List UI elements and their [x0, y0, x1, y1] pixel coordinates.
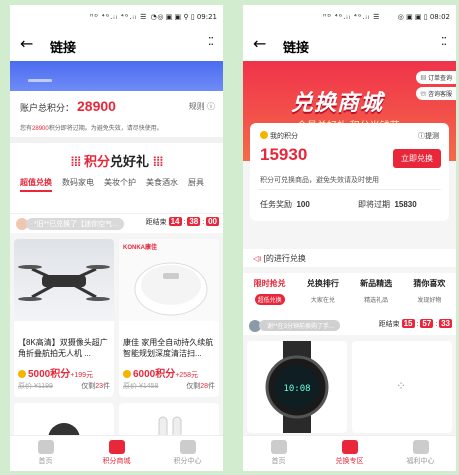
top-banner-strip	[10, 61, 223, 91]
bottom-tab-bar: 首页 兑换专区 福利中心	[243, 435, 456, 471]
ticker-text: *旧**已兑换了【迷你空气...	[26, 218, 125, 230]
ticker-row: *旧**已兑换了【迷你空气... 距结束 14 : 38 : 00	[10, 213, 223, 233]
category-row: 限时抢兑 超低兑换 兑换排行 大家在兑 新品精选 精选礼品 猜你喜欢 发现好物	[243, 273, 456, 317]
svg-text:10:08: 10:08	[283, 384, 310, 394]
category-item[interactable]: 猜你喜欢 发现好物	[403, 273, 456, 317]
product-card[interactable]: 10:08	[247, 341, 347, 433]
product-card-loading[interactable]: ⁘	[352, 341, 452, 433]
category-item[interactable]: 兑换排行 大家在兑	[296, 273, 349, 317]
more-dots-icon[interactable]: ⁚⁚	[208, 35, 214, 48]
ticker-row: 谢**在3分钟前换购了手... 距结束 15 : 57 : 33	[243, 317, 456, 335]
order-query-button[interactable]: ▤ 订单查询	[416, 71, 456, 84]
banner-title: 兑换商城	[291, 90, 384, 115]
left-phone-screen: ᴴᴰ ⁴ᴳ.ᵢₗ ⁴ᴳ.ᵢₗ ☰ ◔ ◎ ▣ ▣ ⚲ ▯ 09:21 ← 链接 …	[10, 5, 223, 471]
divider	[258, 189, 441, 190]
more-dots-icon[interactable]: ⁚⁚	[441, 35, 447, 48]
home-icon	[37, 440, 54, 454]
robot-vacuum-image: KONKA康佳	[119, 239, 219, 321]
points-description: 积分可兑换商品，避免失效请及时使用	[260, 177, 379, 184]
product-name: 康佳 家用全自动持久续航智能规划深度清洁扫...	[123, 338, 214, 358]
tab-welfare-center[interactable]: 福利中心	[385, 436, 456, 471]
total-points-value: 28900	[77, 98, 116, 114]
category-tab[interactable]: 美妆个护	[104, 177, 136, 192]
expire-notice: 您有28900积分即将过期。为避免失效，请尽快使用。	[20, 126, 163, 132]
drone-icon	[18, 265, 110, 301]
rules-link[interactable]: 规则 ⓘ	[189, 101, 215, 112]
speaker-icon: ◁ı	[253, 254, 262, 263]
my-points-value: 15930	[260, 145, 308, 164]
stock-left: 仅剩28件	[186, 383, 215, 390]
status-time: ◎ ▣ ▣ ⚲ ▯ 09:21	[157, 13, 217, 21]
product-card[interactable]: KONKA康佳 康佳 家用全自动持久续航智能规划深度清洁扫... 6000积分+…	[119, 239, 219, 397]
mall-title: ⁞⁞⁞ 积分兑好礼 ⁞⁞⁞	[70, 154, 163, 169]
tab-home[interactable]: 首页	[10, 436, 81, 471]
points-card: 账户总积分： 28900 规则 ⓘ 您有28900积分即将过期。为避免失效，请尽…	[10, 91, 223, 143]
product-points: 5000积分+199元	[18, 365, 93, 380]
loading-spinner-icon: ⁘	[396, 379, 407, 393]
page-title: 链接	[50, 40, 77, 55]
rules-link[interactable]: ⓘ提测	[418, 131, 439, 141]
signal-icons: ᴴᴰ ⁴ᴳ.ᵢₗ ⁴ᴳ.ᵢₗ ☰ ◔	[90, 13, 158, 21]
smartwatch-image: 10:08	[265, 341, 329, 433]
brand-logo: KONKA康佳	[123, 245, 157, 251]
bottom-tab-bar: 首页 积分商城 积分中心	[10, 435, 223, 471]
vacuum-icon	[134, 262, 208, 316]
category-item[interactable]: 新品精选 精选礼品	[350, 273, 403, 317]
redeem-icon	[341, 440, 358, 454]
signal-icons: ᴴᴰ ⁴ᴳ.ᵢₗ ⁴ᴳ.ᵢₗ ☰	[323, 13, 381, 21]
original-price: 原价 ¥1199	[18, 383, 53, 390]
redeem-now-button[interactable]: 立即兑换	[393, 149, 441, 168]
gift-icon	[412, 440, 429, 454]
category-tab[interactable]: 数码家电	[62, 177, 94, 192]
back-arrow-icon[interactable]: ←	[20, 34, 33, 53]
ticker-text: 谢**在3分钟前换购了手...	[259, 320, 341, 331]
my-points-label: 我的积分	[260, 131, 298, 141]
status-bar: ᴴᴰ ⁴ᴳ.ᵢₗ ⁴ᴳ.ᵢₗ ☰ ◎ ▣ ▣ ▯ 08:02	[243, 5, 456, 29]
tab-redeem-zone[interactable]: 兑换专区	[314, 436, 385, 471]
countdown: 距结束 14 : 38 : 00	[145, 217, 219, 226]
countdown: 距结束 15 : 57 : 33	[378, 319, 452, 328]
tab-points-mall[interactable]: 积分商城	[81, 436, 152, 471]
category-item[interactable]: 限时抢兑 超低兑换	[243, 273, 296, 317]
product-name: 【8K高清】双摄像头超广角折叠航拍无人机 ...	[18, 338, 108, 358]
nav-bar: ← 链接 ⁚⁚	[243, 29, 456, 61]
category-tabs: 超值兑换 数码家电 美妆个护 美食酒水 厨具	[20, 177, 204, 192]
customer-service-button[interactable]: ☏ 咨询客服	[416, 87, 456, 100]
mall-icon	[108, 440, 125, 454]
expiring-points: 即将过期 15830	[358, 200, 417, 209]
status-time: ◎ ▣ ▣ ▯ 08:02	[397, 13, 450, 21]
carousel-dots	[28, 79, 52, 82]
mall-section: ⁞⁞⁞ 积分兑好礼 ⁞⁞⁞ 超值兑换 数码家电 美妆个护 美食酒水 厨具	[10, 143, 223, 213]
product-grid: 【8K高清】双摄像头超广角折叠航拍无人机 ... 5000积分+199元 原价 …	[10, 233, 223, 443]
tab-home[interactable]: 首页	[243, 436, 314, 471]
product-card[interactable]: 【8K高清】双摄像头超广角折叠航拍无人机 ... 5000积分+199元 原价 …	[14, 239, 114, 397]
total-points-label: 账户总积分：	[20, 103, 75, 113]
nav-bar: ← 链接 ⁚⁚	[10, 29, 223, 61]
category-tab[interactable]: 超值兑换	[20, 177, 52, 192]
category-tab[interactable]: 美食酒水	[146, 177, 178, 192]
my-points-card: 我的积分 ⓘ提测 15930 立即兑换 积分可兑换商品，避免失效请及时使用 任务…	[250, 123, 449, 221]
drone-image	[14, 239, 114, 321]
task-reward: 任务奖励 100	[260, 200, 310, 209]
product-points: 6000积分+258元	[123, 365, 198, 380]
points-center-icon	[179, 440, 196, 454]
tab-points-center[interactable]: 积分中心	[152, 436, 223, 471]
stock-left: 仅剩23件	[81, 383, 110, 390]
back-arrow-icon[interactable]: ←	[253, 34, 266, 53]
status-bar: ᴴᴰ ⁴ᴳ.ᵢₗ ⁴ᴳ.ᵢₗ ☰ ◔ ◎ ▣ ▣ ⚲ ▯ 09:21	[10, 5, 223, 29]
original-price: 原价 ¥1458	[123, 383, 159, 390]
category-tab[interactable]: 厨具	[188, 177, 204, 192]
marquee-bar: ◁ı [的进行兑换	[243, 249, 456, 267]
page-title: 链接	[283, 40, 310, 55]
right-phone-screen: ᴴᴰ ⁴ᴳ.ᵢₗ ⁴ᴳ.ᵢₗ ☰ ◎ ▣ ▣ ▯ 08:02 ← 链接 ⁚⁚ 兑…	[243, 5, 456, 471]
home-icon	[270, 440, 287, 454]
